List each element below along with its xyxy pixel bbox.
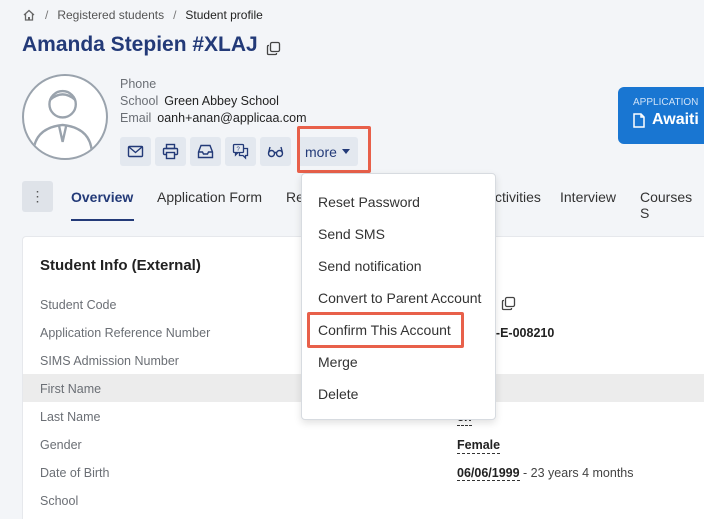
application-badge-status: Awaiti [652,111,699,128]
email-value: oanh+anan@applicaa.com [157,111,307,125]
row-label: Last Name [40,410,101,424]
row-label: Student Code [40,298,117,312]
page-title: Amanda Stepien #XLAJ [22,33,258,56]
phone-label: Phone [120,77,157,91]
print-icon [162,143,179,160]
row-label: Gender [40,438,82,452]
more-dropdown-menu: Reset Password Send SMS Send notificatio… [301,173,496,420]
menu-item-delete[interactable]: Delete [318,386,358,402]
breadcrumb: / Registered students / Student profile [22,8,263,22]
application-status-badge[interactable]: APPLICATION Awaiti [618,87,704,144]
menu-item-merge[interactable]: Merge [318,354,358,370]
breadcrumb-student-profile: Student profile [185,8,263,22]
document-icon [633,112,645,128]
confirm-account-highlight [307,312,464,348]
email-label: Email [120,111,152,125]
info-row-school: School [23,486,704,514]
print-button[interactable] [155,137,186,166]
chat-button[interactable]: ? [225,137,256,166]
active-tab-indicator [71,219,134,221]
row-label: Application Reference Number [40,326,211,340]
menu-item-convert-to-parent[interactable]: Convert to Parent Account [318,290,481,306]
breadcrumb-registered-students[interactable]: Registered students [57,8,164,22]
tab-interview[interactable]: Interview [560,189,616,205]
menu-item-reset-password[interactable]: Reset Password [318,194,420,210]
home-icon[interactable] [22,8,36,22]
glasses-icon [267,146,284,158]
row-value-wrap: 06/06/1999 - 23 years 4 months [457,466,634,481]
menu-item-send-notification[interactable]: Send notification [318,258,422,274]
dob-value[interactable]: 06/06/1999 [457,466,520,481]
menu-item-send-sms[interactable]: Send SMS [318,226,385,242]
vertical-dots-icon: ⋮ [30,188,45,204]
tab-overview[interactable]: Overview [71,189,133,205]
chat-icon: ? [232,143,249,160]
mail-icon [127,145,144,158]
school-value: Green Abbey School [164,94,279,108]
school-label: School [120,94,159,108]
tab-menu-button[interactable]: ⋮ [22,181,53,212]
info-row-gender: Gender Female [23,430,704,458]
age-value: - 23 years 4 months [519,466,634,480]
page-title-row: Amanda Stepien #XLAJ [22,33,281,57]
row-label: SIMS Admission Number [40,354,179,368]
copy-icon[interactable] [501,296,516,314]
application-badge-label: APPLICATION [633,97,699,108]
inbox-icon [197,144,214,159]
glasses-button[interactable] [260,137,291,166]
row-label: School [40,494,79,508]
avatar [22,74,108,160]
tab-application-form[interactable]: Application Form [157,189,262,205]
copy-icon[interactable] [266,38,281,55]
breadcrumb-separator: / [173,8,177,22]
more-button-highlight [297,126,371,173]
contact-info: Phone School Green Abbey School Email oanh… [120,76,307,127]
row-label: First Name [40,382,102,396]
student-info-title: Student Info (External) [40,257,201,274]
tab-courses[interactable]: Courses S [640,189,704,221]
breadcrumb-separator: / [45,8,49,22]
inbox-button[interactable] [190,137,221,166]
tab-activities[interactable]: ctivities [495,189,541,205]
row-label: Date of Birth [40,466,110,480]
email-button[interactable] [120,137,151,166]
row-value[interactable]: Female [457,438,501,454]
info-row-date-of-birth: Date of Birth 06/06/1999 - 23 years 4 mo… [23,458,704,486]
